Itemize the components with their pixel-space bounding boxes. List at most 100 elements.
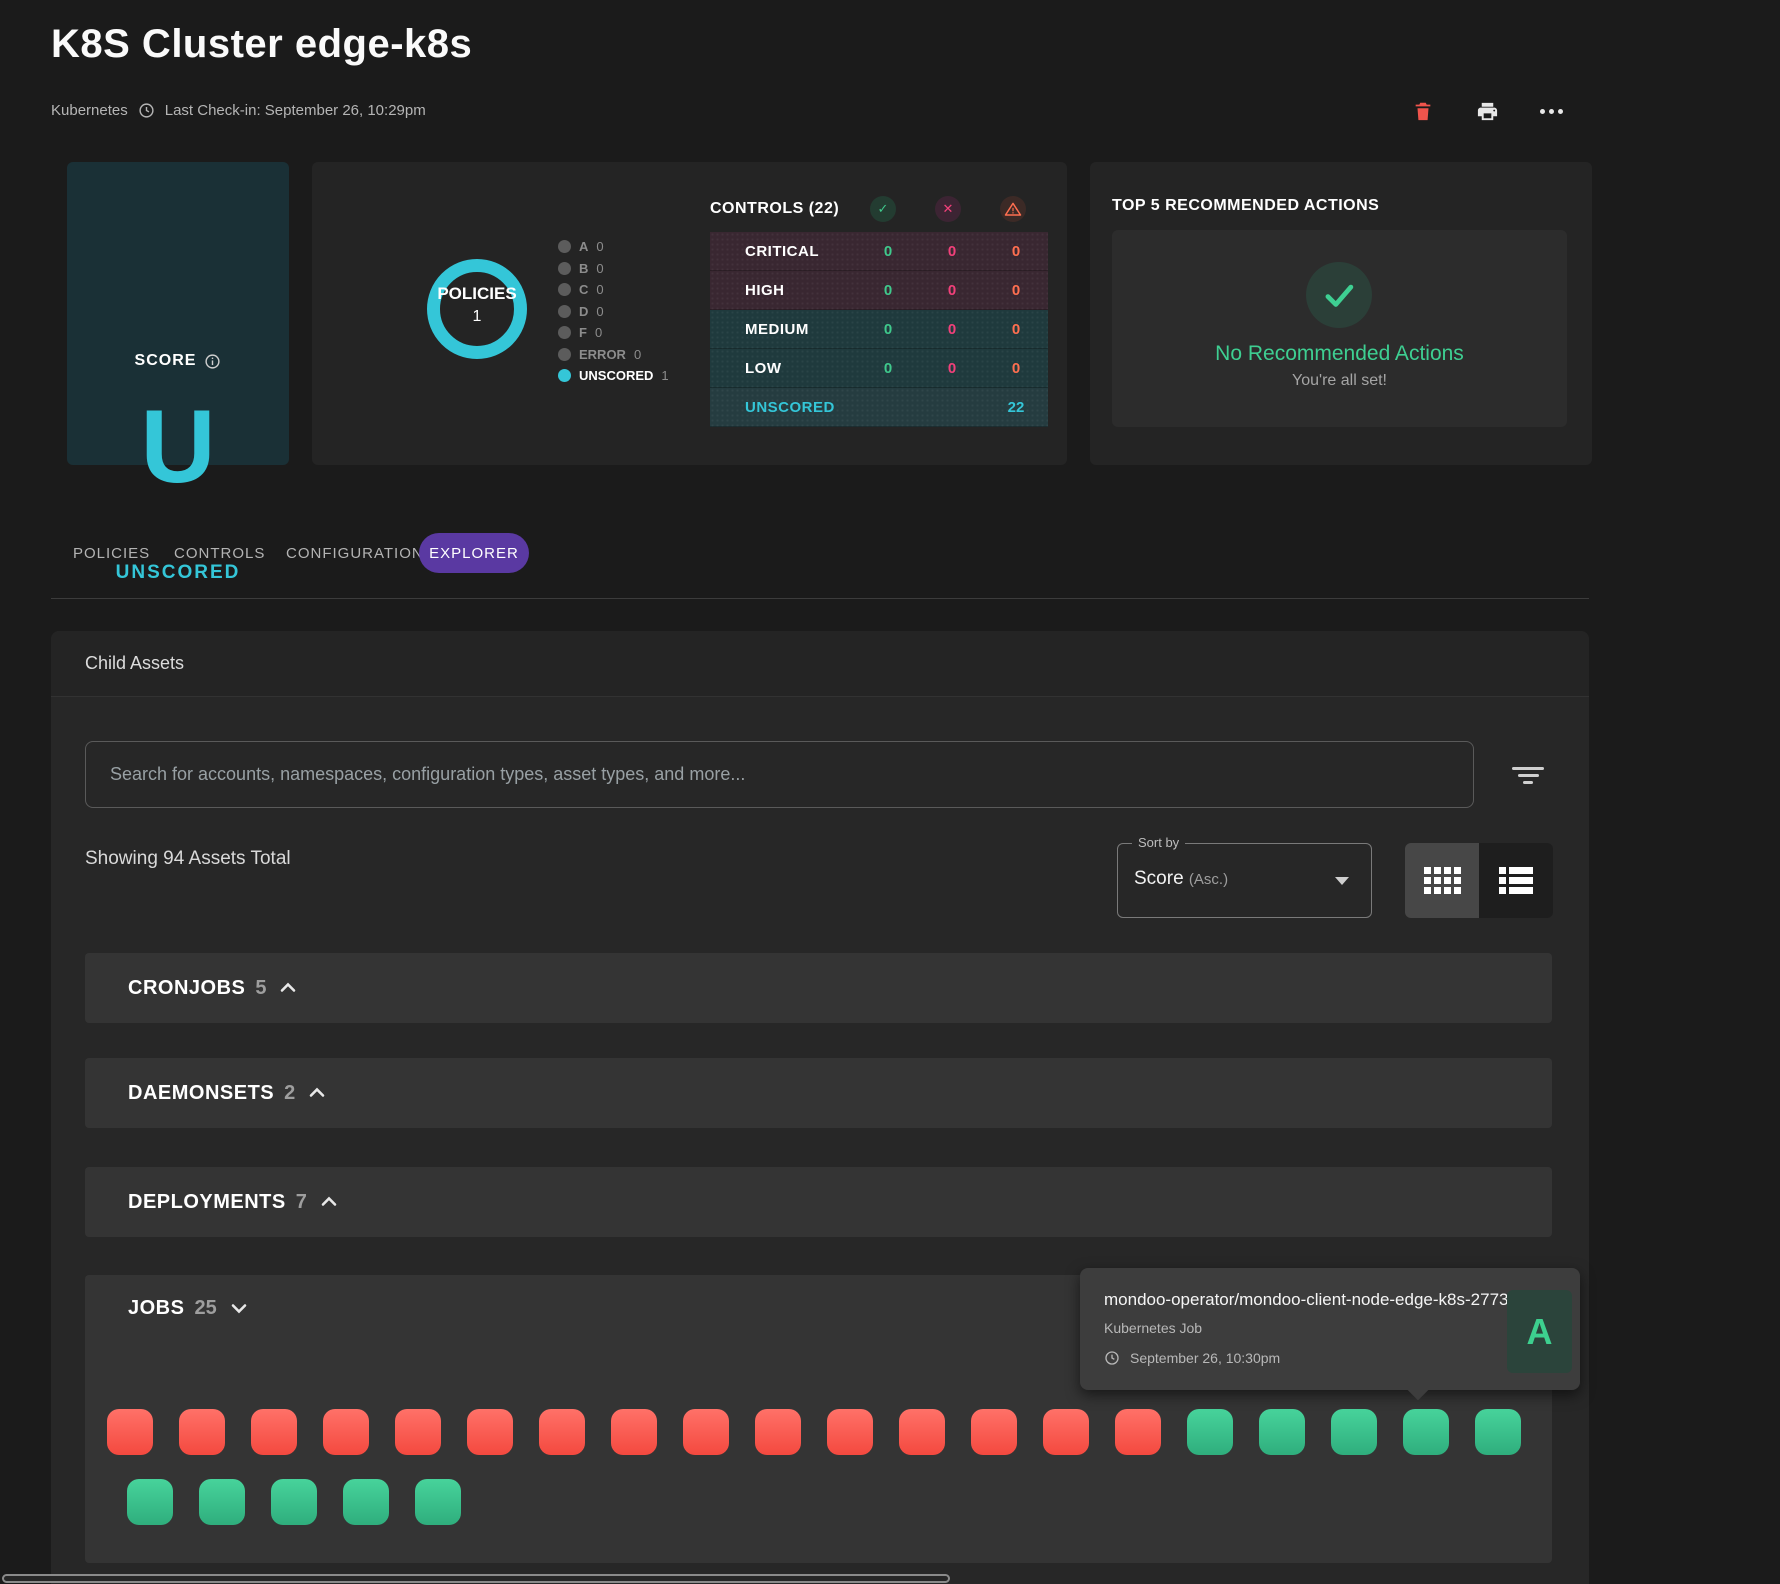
recommended-actions-panel bbox=[1112, 230, 1567, 427]
sort-by-dropdown[interactable]: Sort by Score (Asc.) bbox=[1117, 843, 1372, 918]
legend-count: 0 bbox=[596, 282, 603, 297]
job-asset-tile[interactable] bbox=[683, 1409, 729, 1455]
tab-policies[interactable]: POLICIES bbox=[73, 545, 150, 562]
pass-count: 0 bbox=[868, 321, 908, 338]
last-checkin-label: Last Check-in: September 26, 10:29pm bbox=[165, 102, 426, 119]
print-icon[interactable] bbox=[1472, 96, 1502, 126]
job-asset-tile[interactable] bbox=[127, 1479, 173, 1525]
tab-configuration[interactable]: CONFIGURATION bbox=[286, 545, 424, 562]
list-view-button[interactable] bbox=[1479, 843, 1553, 918]
jobs-tile-row-2 bbox=[127, 1479, 461, 1525]
list-view-icon bbox=[1499, 867, 1533, 894]
section-deployments[interactable]: DEPLOYMENTS 7 bbox=[85, 1167, 1552, 1237]
job-asset-tile[interactable] bbox=[343, 1479, 389, 1525]
row-label: MEDIUM bbox=[745, 321, 809, 338]
grid-view-icon bbox=[1424, 867, 1461, 894]
legend-count: 0 bbox=[595, 325, 602, 340]
clock-icon bbox=[1104, 1350, 1120, 1366]
chevron-up-icon bbox=[317, 1190, 341, 1214]
job-asset-tile[interactable] bbox=[395, 1409, 441, 1455]
job-asset-tile[interactable] bbox=[107, 1409, 153, 1455]
error-count: 0 bbox=[996, 282, 1036, 299]
score-header: SCORE bbox=[67, 352, 289, 370]
section-daemonsets[interactable]: DAEMONSETS 2 bbox=[85, 1058, 1552, 1128]
job-asset-tile[interactable] bbox=[1187, 1409, 1233, 1455]
job-asset-tile[interactable] bbox=[971, 1409, 1017, 1455]
section-jobs-header[interactable]: JOBS 25 bbox=[128, 1275, 251, 1341]
grid-view-button[interactable] bbox=[1405, 843, 1479, 918]
job-asset-tile[interactable] bbox=[415, 1479, 461, 1525]
job-asset-tile[interactable] bbox=[271, 1479, 317, 1525]
tab-controls[interactable]: CONTROLS bbox=[174, 545, 265, 562]
job-asset-tile[interactable] bbox=[323, 1409, 369, 1455]
donut-title: POLICIES bbox=[407, 284, 547, 304]
section-count: 2 bbox=[284, 1082, 295, 1105]
row-label: HIGH bbox=[745, 282, 785, 299]
job-asset-tile[interactable] bbox=[1403, 1409, 1449, 1455]
job-asset-tile[interactable] bbox=[611, 1409, 657, 1455]
header-meta: Kubernetes Last Check-in: September 26, … bbox=[51, 102, 426, 119]
pass-count: 0 bbox=[868, 243, 908, 260]
job-asset-tile[interactable] bbox=[467, 1409, 513, 1455]
k8s-cluster-dashboard: K8S Cluster edge-k8s Kubernetes Last Che… bbox=[0, 0, 1780, 1584]
child-assets-title: Child Assets bbox=[85, 653, 184, 674]
filter-icon[interactable] bbox=[1508, 760, 1548, 790]
header-actions bbox=[1408, 96, 1566, 126]
delete-icon[interactable] bbox=[1408, 96, 1438, 126]
controls-title: CONTROLS (22) bbox=[710, 200, 839, 218]
pass-count: 0 bbox=[868, 282, 908, 299]
clock-icon bbox=[138, 102, 155, 119]
section-name: DEPLOYMENTS bbox=[128, 1191, 286, 1214]
job-asset-tile[interactable] bbox=[755, 1409, 801, 1455]
job-asset-tile[interactable] bbox=[251, 1409, 297, 1455]
job-asset-tile[interactable] bbox=[199, 1479, 245, 1525]
assets-total-label: Showing 94 Assets Total bbox=[85, 848, 291, 870]
job-asset-tile[interactable] bbox=[899, 1409, 945, 1455]
fail-count: 0 bbox=[932, 360, 972, 377]
legend-label: UNSCORED bbox=[579, 368, 653, 383]
chevron-down-icon bbox=[1335, 877, 1349, 885]
child-assets-header: Child Assets bbox=[51, 631, 1589, 697]
job-asset-tile[interactable] bbox=[827, 1409, 873, 1455]
unscored-count: 22 bbox=[996, 399, 1036, 416]
legend-label: C bbox=[579, 282, 588, 297]
section-cronjobs[interactable]: CRONJOBS 5 bbox=[85, 953, 1552, 1023]
job-asset-tile[interactable] bbox=[1259, 1409, 1305, 1455]
row-label: CRITICAL bbox=[745, 243, 819, 260]
job-asset-tile[interactable] bbox=[1115, 1409, 1161, 1455]
horizontal-scrollbar-thumb[interactable] bbox=[2, 1574, 950, 1583]
info-icon[interactable] bbox=[204, 353, 221, 370]
policy-legend-item: D0 bbox=[558, 301, 669, 323]
tooltip-asset-type: Kubernetes Job bbox=[1104, 1320, 1202, 1336]
error-count: 0 bbox=[996, 243, 1036, 260]
asset-tooltip: mondoo-operator/mondoo-client-node-edge-… bbox=[1080, 1268, 1580, 1390]
job-asset-tile[interactable] bbox=[539, 1409, 585, 1455]
view-toggle-group bbox=[1405, 843, 1553, 918]
legend-count: 0 bbox=[596, 239, 603, 254]
policy-legend-item: A0 bbox=[558, 236, 669, 258]
controls-row-low: LOW 0 0 0 bbox=[710, 349, 1048, 388]
controls-row-high: HIGH 0 0 0 bbox=[710, 271, 1048, 310]
legend-count: 0 bbox=[634, 347, 641, 362]
legend-count: 0 bbox=[596, 261, 603, 276]
tab-explorer[interactable]: EXPLORER bbox=[419, 533, 529, 573]
error-count: 0 bbox=[996, 360, 1036, 377]
score-status: UNSCORED bbox=[67, 562, 289, 584]
more-options-icon[interactable] bbox=[1536, 96, 1566, 126]
legend-dot-icon bbox=[558, 240, 571, 253]
sort-direction: (Asc.) bbox=[1189, 871, 1228, 888]
job-asset-tile[interactable] bbox=[1043, 1409, 1089, 1455]
tooltip-timestamp: September 26, 10:30pm bbox=[1130, 1350, 1280, 1366]
job-asset-tile[interactable] bbox=[179, 1409, 225, 1455]
job-asset-tile[interactable] bbox=[1331, 1409, 1377, 1455]
score-grade: U bbox=[67, 390, 289, 504]
legend-dot-icon bbox=[558, 305, 571, 318]
all-clear-check-icon bbox=[1306, 262, 1372, 328]
policy-legend-item: C0 bbox=[558, 279, 669, 301]
job-asset-tile[interactable] bbox=[1475, 1409, 1521, 1455]
asset-search-input[interactable] bbox=[86, 742, 1473, 807]
recommended-actions-title: TOP 5 RECOMMENDED ACTIONS bbox=[1112, 197, 1379, 215]
policies-legend: A0B0C0D0F0ERROR0UNSCORED1 bbox=[558, 236, 669, 387]
controls-row-critical: CRITICAL 0 0 0 bbox=[710, 232, 1048, 271]
legend-dot-icon bbox=[558, 262, 571, 275]
